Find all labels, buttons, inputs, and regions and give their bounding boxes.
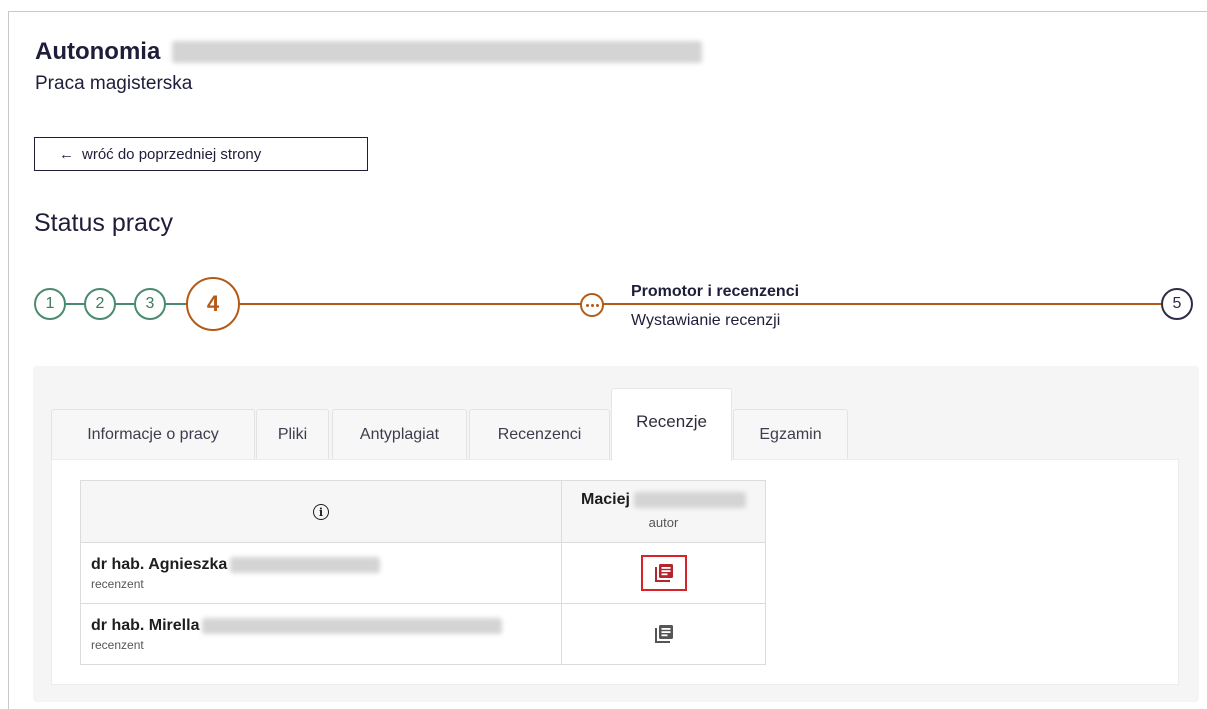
step-connector-current <box>603 303 1162 305</box>
step-connector <box>65 303 85 305</box>
document-list-icon <box>654 564 673 582</box>
author-role: autor <box>648 515 679 530</box>
back-button[interactable]: ← wróć do poprzedniej strony <box>34 137 368 171</box>
redacted-title-text <box>172 41 703 63</box>
author-first-name: Maciej <box>581 491 630 508</box>
step-2-circle[interactable]: 2 <box>84 288 116 320</box>
reviewer-role: recenzent <box>91 576 144 591</box>
redacted-author-surname <box>633 492 746 508</box>
tab-informacje-o-pracy[interactable]: Informacje o pracy <box>51 409 255 460</box>
arrow-left-icon: ← <box>59 145 74 163</box>
open-review-button[interactable] <box>640 555 687 591</box>
step-3-circle[interactable]: 3 <box>134 288 166 320</box>
substep-title: Promotor i recenzenci <box>631 283 800 300</box>
reviewer-cell: dr hab. Agnieszka recenzent <box>80 542 562 604</box>
step-connector <box>165 303 187 305</box>
thesis-title-row: Autonomia <box>35 38 703 66</box>
thesis-title: Autonomia <box>35 38 161 65</box>
tab-egzamin[interactable]: Egzamin <box>733 409 848 460</box>
status-heading: Status pracy <box>34 209 173 237</box>
table-header-author: Maciej autor <box>561 480 766 543</box>
open-review-button[interactable] <box>640 616 687 652</box>
review-cell <box>561 542 766 604</box>
step-connector <box>115 303 135 305</box>
thesis-type: Praca magisterska <box>35 73 193 94</box>
step-5-circle[interactable]: 5 <box>1161 288 1193 320</box>
substep-description: Wystawianie recenzji <box>631 312 781 329</box>
table-row: dr hab. Agnieszka recenzent <box>80 542 766 604</box>
tab-recenzje[interactable]: Recenzje <box>611 388 732 461</box>
review-cell <box>561 603 766 665</box>
reviews-table: i Maciej autor dr hab. Agnieszka recenze… <box>80 480 766 665</box>
reviewer-cell: dr hab. Mirella recenzent <box>80 603 562 665</box>
step-4-circle-current[interactable]: 4 <box>186 277 240 331</box>
tab-antyplagiat[interactable]: Antyplagiat <box>332 409 467 460</box>
reviewer-role: recenzent <box>91 637 144 652</box>
tab-recenzenci[interactable]: Recenzenci <box>469 409 610 460</box>
table-header-info: i <box>80 480 562 543</box>
document-list-icon <box>654 625 673 643</box>
reviewer-name: dr hab. Mirella <box>91 616 200 634</box>
reviewer-name: dr hab. Agnieszka <box>91 555 228 573</box>
back-button-label: wróć do poprzedniej strony <box>82 145 262 163</box>
step-1-circle[interactable]: 1 <box>34 288 66 320</box>
step-connector-current <box>239 303 581 305</box>
tab-pliki[interactable]: Pliki <box>256 409 329 460</box>
table-row: dr hab. Mirella recenzent <box>80 603 766 665</box>
redacted-reviewer-surname <box>230 556 381 573</box>
info-icon[interactable]: i <box>313 504 329 520</box>
redacted-reviewer-surname <box>202 617 503 634</box>
more-horizontal-icon <box>580 293 604 317</box>
table-header-row: i Maciej autor <box>80 480 766 543</box>
